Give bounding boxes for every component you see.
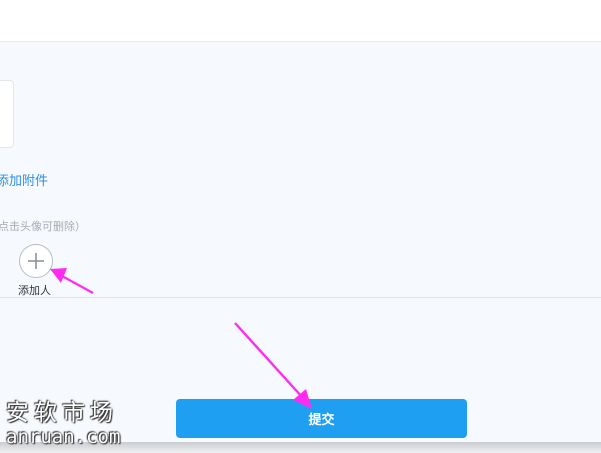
form-panel [0, 42, 601, 442]
top-bar [0, 0, 601, 42]
add-attachment-link[interactable]: 添加附件 [0, 170, 48, 189]
watermark-en: anruan.com [6, 426, 121, 448]
submit-button[interactable]: 提交 [176, 399, 467, 438]
watermark-cn: 安软市场 [6, 400, 118, 426]
attachment-thumbnail[interactable] [0, 80, 14, 148]
add-person-circle[interactable] [19, 244, 53, 278]
section-divider [0, 297, 601, 298]
plus-icon [28, 253, 44, 269]
page: 添加附件 点击头像可删除） 添加人 提交 安软市场 anruan.com [0, 0, 601, 453]
delete-hint-text: 点击头像可删除） [0, 220, 86, 233]
add-person-label: 添加人 [18, 284, 51, 297]
watermark: 安软市场 anruan.com [6, 400, 120, 448]
